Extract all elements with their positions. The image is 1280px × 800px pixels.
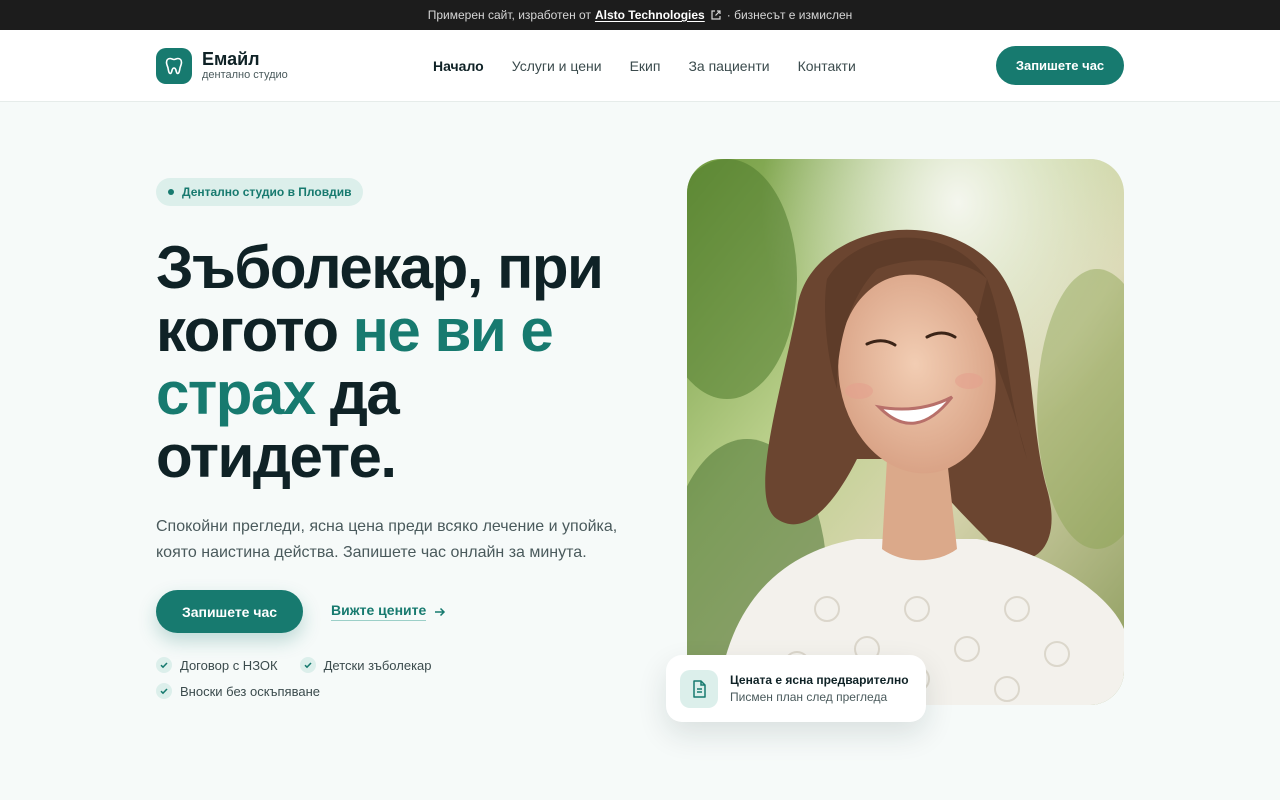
headline-highlight-2: страх <box>156 360 316 427</box>
top-announcement-bar: Примерен сайт, изработен от Alsto Techno… <box>0 0 1280 30</box>
card-title: Цената е ясна предварително <box>730 673 909 687</box>
headline-highlight-1: не ви е <box>352 297 554 364</box>
hero-lead: Спокойни прегледи, ясна цена преди всяко… <box>156 518 618 561</box>
nav-item-services[interactable]: Услуги и цени <box>512 58 602 74</box>
headline-line-4: отидете. <box>156 423 397 490</box>
arrow-right-icon <box>435 607 446 616</box>
brand-logo-link[interactable]: Емайл дентално студио <box>156 47 288 84</box>
feature-label: Детски зъболекар <box>323 657 432 673</box>
brand-tagline: дентално студио <box>202 69 288 81</box>
hero-cta-row: Запишете час Вижте цените <box>156 590 656 633</box>
tooth-icon <box>156 47 192 84</box>
feature-item: Вноски без оскъпяване <box>156 683 320 699</box>
hero-photo-smiling-woman <box>687 159 1124 705</box>
feature-label: Договор с НЗОК <box>180 657 278 673</box>
feature-item: Договор с НЗОК <box>156 657 278 673</box>
nav-item-patients[interactable]: За пациенти <box>688 58 769 74</box>
headline-part-2: когото <box>156 297 353 364</box>
location-badge: Дентално студио в Пловдив <box>156 178 364 206</box>
nav-item-team[interactable]: Екип <box>630 58 661 74</box>
company-link[interactable]: Alsto Technologies <box>595 8 705 22</box>
check-icon <box>299 657 316 673</box>
external-link-icon <box>711 10 721 20</box>
card-subtitle: Писмен план след прегледа <box>730 690 888 704</box>
main-nav: Начало Услуги и цени Екип За пациенти Ко… <box>433 30 856 102</box>
badge-dot <box>168 189 174 195</box>
headline-part-3: да <box>314 360 400 427</box>
document-icon <box>680 669 718 708</box>
book-appointment-button[interactable]: Запишете час <box>156 590 303 633</box>
site-header: Емайл дентално студио Начало Услуги и це… <box>0 30 1280 102</box>
headline-line-1: Зъболекар, при <box>156 234 604 301</box>
view-prices-label: Вижте цените <box>331 602 427 621</box>
feature-list: Договор с НЗОК Детски зъболекар Вноски б… <box>156 657 476 699</box>
view-prices-link[interactable]: Вижте цените <box>331 602 446 621</box>
brand-name: Емайл <box>202 49 260 69</box>
feature-item: Детски зъболекар <box>299 657 432 673</box>
hero-content: Дентално студио в Пловдив Зъболекар, при… <box>156 178 656 699</box>
check-icon <box>156 657 172 673</box>
topbar-suffix: · бизнесът е измислен <box>726 8 853 22</box>
header-book-button[interactable]: Запишете час <box>996 46 1124 85</box>
nav-item-home[interactable]: Начало <box>433 58 484 74</box>
nav-item-contacts[interactable]: Контакти <box>798 58 856 74</box>
hero-headline: Зъболекар, при когото не ви е страх да о… <box>156 236 656 488</box>
topbar-prefix: Примерен сайт, изработен от <box>427 8 591 22</box>
badge-label: Дентално студио в Пловдив <box>182 185 352 199</box>
price-info-card: Цената е ясна предварително Писмен план … <box>666 655 926 722</box>
check-icon <box>156 683 172 699</box>
feature-label: Вноски без оскъпяване <box>180 683 320 699</box>
